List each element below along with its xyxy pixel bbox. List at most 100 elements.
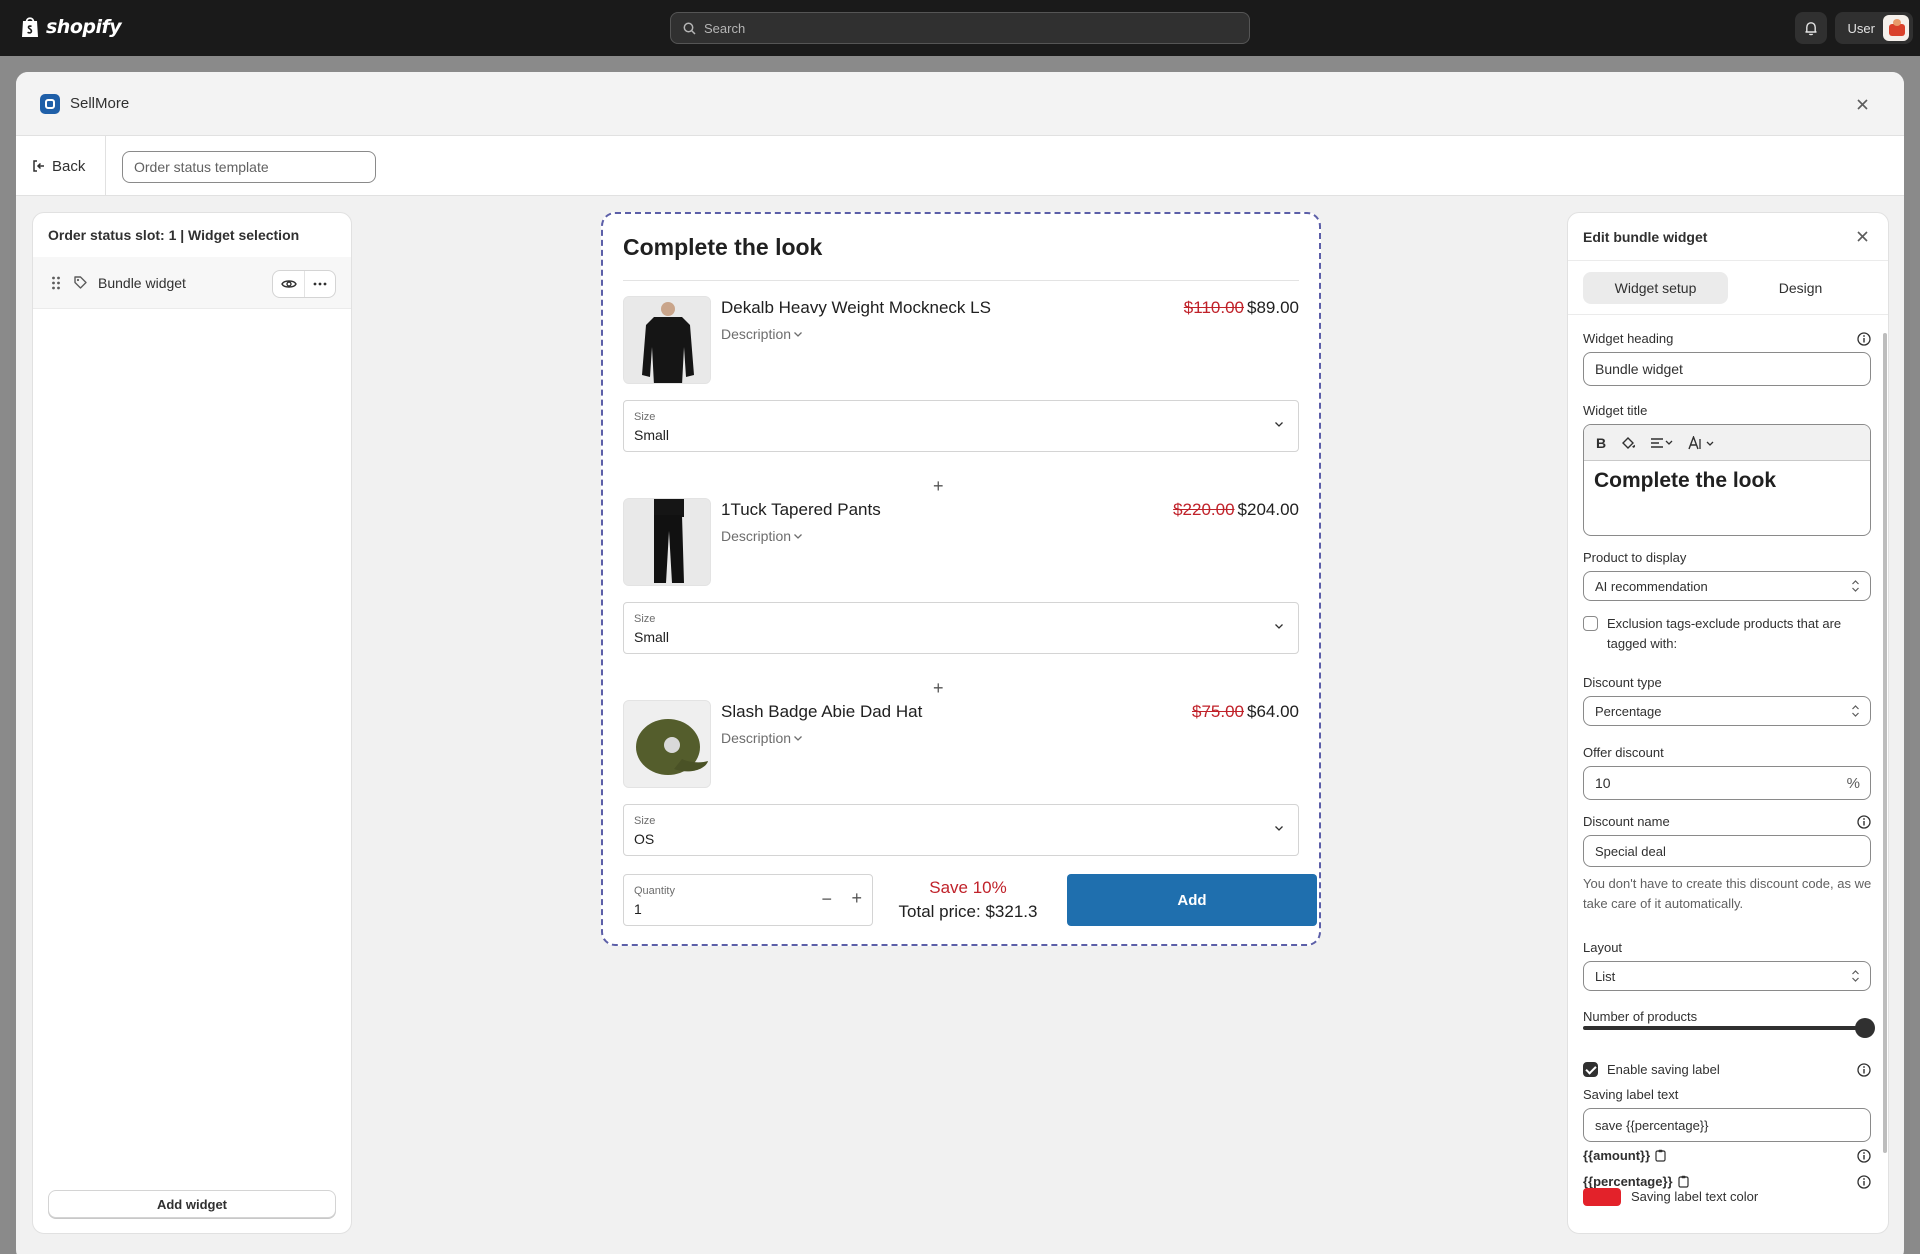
title-divider (623, 280, 1299, 281)
text-size-icon[interactable] (1688, 435, 1716, 450)
tabs-divider (1568, 314, 1888, 315)
percent-suffix: % (1846, 774, 1860, 792)
notifications-button[interactable] (1795, 12, 1827, 44)
eye-icon (280, 280, 297, 288)
description-toggle[interactable]: Description (721, 730, 803, 746)
search-bar[interactable]: Search (670, 12, 1250, 44)
size-select[interactable]: Size OS (623, 804, 1299, 856)
saving-text-input[interactable]: save {{percentage}} (1583, 1108, 1871, 1142)
description-toggle[interactable]: Description (721, 326, 803, 342)
info-icon[interactable] (1857, 1149, 1871, 1163)
compare-at-price: $75.00 (1192, 702, 1244, 721)
widget-selection-panel: Order status slot: 1 | Widget selection … (32, 212, 352, 1234)
layout-select[interactable]: List (1583, 961, 1871, 991)
edit-widget-panel: Edit bundle widget Widget setup Design W… (1567, 212, 1889, 1234)
exclusion-tags-checkbox[interactable] (1583, 616, 1598, 631)
product-display-select[interactable]: AI recommendation (1583, 571, 1871, 601)
widget-title-text[interactable]: Complete the look (1584, 461, 1870, 501)
info-icon[interactable] (1857, 1063, 1871, 1077)
product-image (623, 700, 711, 788)
num-products-slider-thumb[interactable] (1855, 1018, 1875, 1038)
add-bundle-button[interactable]: Add (1067, 874, 1317, 926)
info-icon[interactable] (1857, 332, 1871, 346)
size-select[interactable]: Size Small (623, 602, 1299, 654)
sale-price: $204.00 (1237, 500, 1299, 519)
enable-saving-label: Enable saving label (1607, 1062, 1720, 1077)
widget-title-editor[interactable]: B Complete the look (1583, 424, 1871, 536)
info-icon[interactable] (1857, 1175, 1871, 1189)
offer-discount-input[interactable]: 10 % (1583, 766, 1871, 800)
discount-name-label: Discount name (1583, 814, 1670, 829)
widget-heading-input[interactable]: Bundle widget (1583, 352, 1871, 386)
saving-text-label: Saving label text (1583, 1087, 1679, 1102)
plus-icon: + (933, 476, 944, 496)
widget-title-label: Widget title (1583, 403, 1648, 418)
app-name: SellMore (70, 95, 130, 112)
percentage-token-text: {{percentage}} (1583, 1174, 1673, 1189)
close-modal-button[interactable] (1852, 94, 1872, 114)
description-label: Description (721, 528, 792, 544)
brand-wordmark: shopify (46, 16, 122, 38)
tag-icon (74, 276, 87, 289)
add-widget-button[interactable]: Add widget (48, 1190, 336, 1218)
panel-scrollbar[interactable] (1883, 333, 1887, 1153)
product-price: $220.00 $204.00 (1173, 500, 1299, 520)
info-icon[interactable] (1857, 815, 1871, 829)
decrement-button[interactable]: − (821, 889, 832, 910)
chevron-down-icon (1275, 624, 1283, 629)
discount-help-text: You don't have to create this discount c… (1583, 876, 1872, 911)
quantity-stepper[interactable]: Quantity 1 − + (623, 874, 873, 926)
chevron-down-icon (794, 331, 802, 337)
quantity-value[interactable]: 1 (634, 901, 642, 917)
widget-heading-label: Widget heading (1583, 331, 1674, 346)
widget-actions (272, 270, 336, 298)
product-name: 1Tuck Tapered Pants (721, 500, 881, 519)
clipboard-icon[interactable] (1655, 1149, 1666, 1162)
size-label: Size (634, 815, 656, 827)
exclusion-tags-label: Exclusion tags-exclude products that are… (1607, 616, 1842, 651)
tab-design[interactable]: Design (1728, 272, 1873, 304)
total-price: Total price: $321.3 (898, 902, 1038, 921)
bundle-widget-preview: Complete the look Dekalb Heavy Weight Mo… (601, 212, 1321, 946)
product-display-value: AI recommendation (1595, 578, 1708, 594)
size-label: Size (634, 411, 656, 423)
size-value: OS (634, 831, 655, 847)
visibility-toggle[interactable] (273, 271, 304, 297)
ellipsis-icon (313, 282, 327, 286)
saving-label: Save 10% (929, 878, 1007, 897)
select-arrows-icon (1852, 580, 1859, 592)
increment-button[interactable]: + (851, 888, 862, 909)
panel-title: Order status slot: 1 | Widget selection (33, 213, 351, 258)
discount-name-input[interactable]: Special deal (1583, 835, 1871, 867)
close-icon (1857, 231, 1868, 242)
template-name-input[interactable] (122, 151, 376, 183)
drag-handle-icon[interactable] (51, 276, 61, 290)
enable-saving-checkbox[interactable] (1583, 1062, 1598, 1077)
shopify-bag-icon (22, 17, 38, 37)
back-button[interactable]: Back (32, 152, 85, 180)
compare-at-price: $220.00 (1173, 500, 1235, 519)
discount-type-select[interactable]: Percentage (1583, 696, 1871, 726)
paint-bucket-icon[interactable] (1620, 436, 1636, 450)
quantity-label: Quantity (634, 885, 675, 897)
description-toggle[interactable]: Description (721, 528, 803, 544)
amount-token: {{amount}} (1583, 1148, 1666, 1163)
align-left-icon[interactable] (1650, 437, 1674, 449)
chevron-down-icon (794, 533, 802, 539)
widget-list-item[interactable]: Bundle widget (33, 257, 351, 309)
exit-arrow-icon (33, 160, 44, 172)
product-name: Slash Badge Abie Dad Hat (721, 702, 923, 721)
close-panel-button[interactable] (1857, 229, 1868, 247)
bell-icon (1805, 21, 1817, 35)
shopify-logo[interactable]: shopify (20, 15, 122, 39)
num-products-slider-track[interactable] (1583, 1026, 1865, 1030)
user-menu[interactable]: User (1835, 12, 1913, 44)
more-actions-button[interactable] (304, 271, 335, 297)
tab-widget-setup[interactable]: Widget setup (1583, 272, 1728, 304)
saving-color-swatch[interactable] (1583, 1188, 1621, 1206)
bold-icon[interactable]: B (1596, 435, 1606, 451)
size-select[interactable]: Size Small (623, 400, 1299, 452)
size-label: Size (634, 613, 656, 625)
description-label: Description (721, 326, 792, 342)
clipboard-icon[interactable] (1678, 1175, 1689, 1188)
